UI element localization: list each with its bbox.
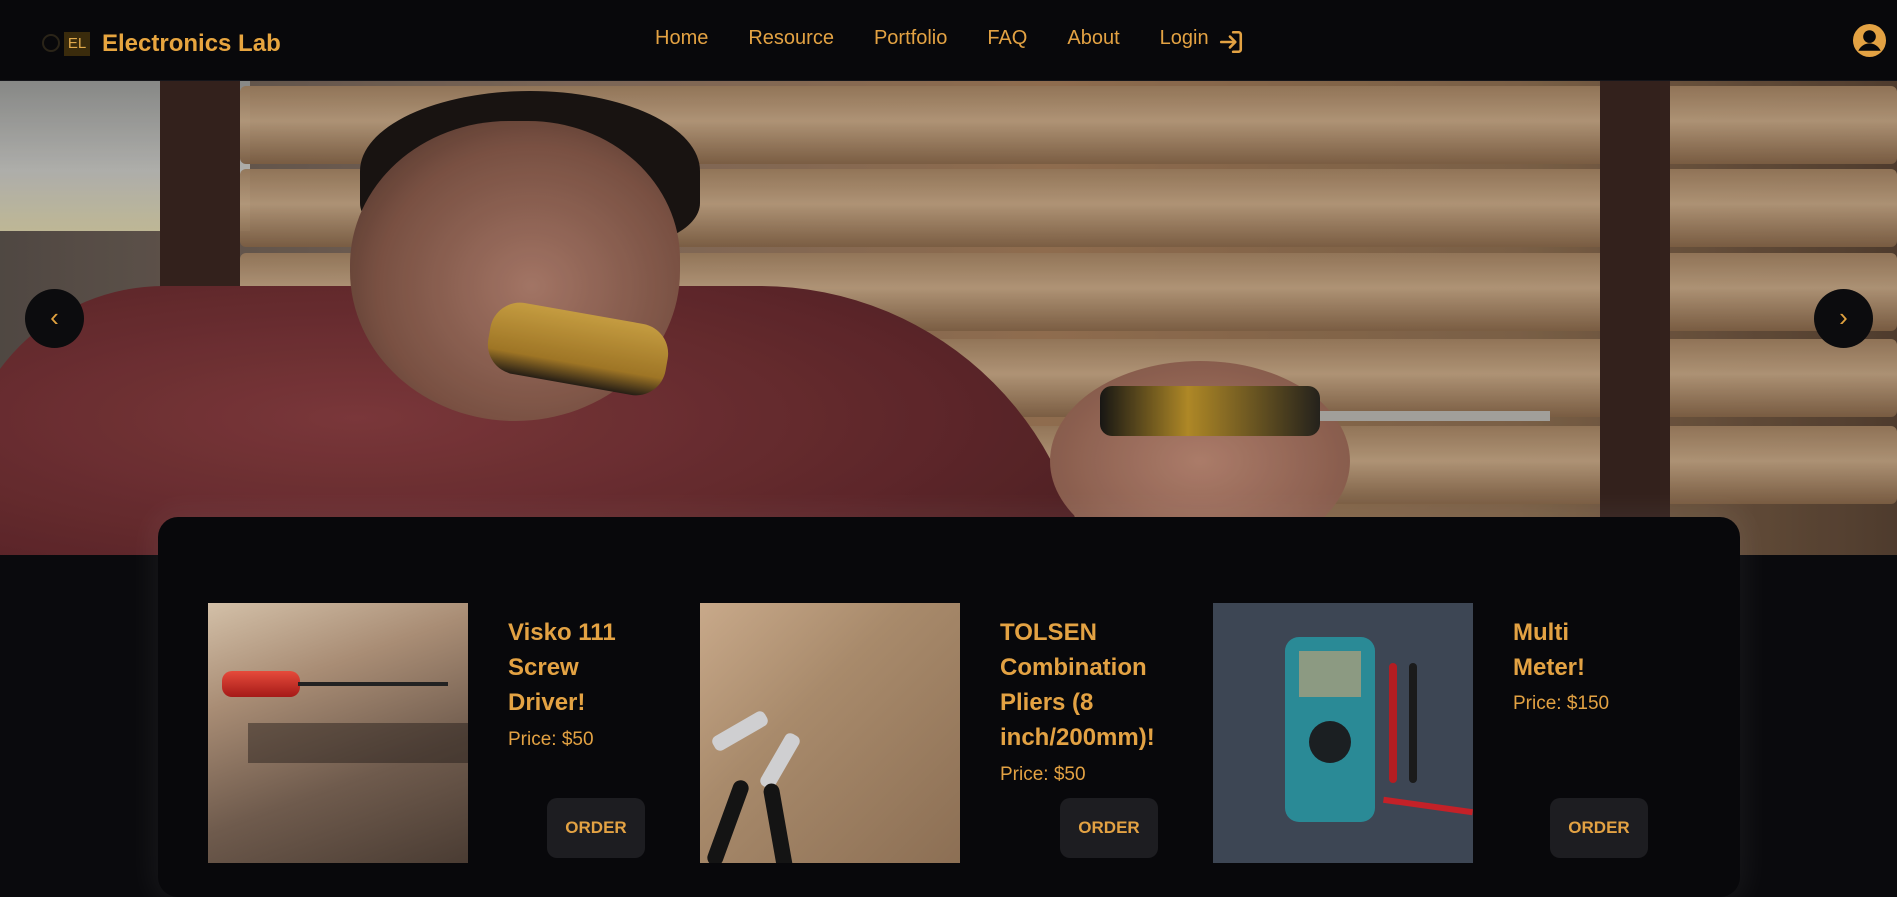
product-title: Visko 111 Screw Driver! <box>508 619 616 716</box>
products-panel: Visko 111 Screw Driver! Price: $50 ORDER… <box>158 517 1740 897</box>
product-price: Price: $50 <box>1000 764 1086 785</box>
product-card: Visko 111 Screw Driver! Price: $50 ORDER <box>208 603 648 873</box>
user-circle-icon[interactable] <box>1852 23 1887 58</box>
brand-logo: EL <box>40 29 94 59</box>
carousel-prev-button[interactable]: ‹ <box>25 289 84 348</box>
nav-link-faq[interactable]: FAQ <box>987 27 1027 50</box>
nav-link-home[interactable]: Home <box>655 27 708 50</box>
order-button[interactable]: ORDER <box>547 798 645 858</box>
carousel-next-button[interactable]: › <box>1814 289 1873 348</box>
nav-link-about[interactable]: About <box>1067 27 1119 50</box>
hero-shade <box>0 81 1897 555</box>
nav-link-portfolio[interactable]: Portfolio <box>874 27 947 50</box>
product-card: TOLSEN Combination Pliers (8 inch/200mm)… <box>700 603 1180 873</box>
brand[interactable]: EL Electronics Lab <box>40 29 281 59</box>
product-title: TOLSEN Combination Pliers (8 inch/200mm)… <box>1000 619 1155 751</box>
navbar: EL Electronics Lab Home Resource Portfol… <box>0 0 1897 81</box>
screwdriver-image <box>208 603 468 863</box>
product-card: Multi Meter! Price: $150 ORDER <box>1213 603 1693 873</box>
brand-name: Electronics Lab <box>102 30 281 57</box>
product-title: Multi Meter! <box>1513 619 1586 681</box>
hero-carousel <box>0 81 1897 555</box>
product-price: Price: $50 <box>508 729 594 750</box>
order-button[interactable]: ORDER <box>1550 798 1648 858</box>
nav-links: Home Resource Portfolio FAQ About Login <box>655 27 1221 50</box>
logo-badge: EL <box>64 32 90 56</box>
nav-link-resource[interactable]: Resource <box>748 27 834 50</box>
multimeter-image <box>1213 603 1473 863</box>
nav-link-login[interactable]: Login <box>1160 27 1209 50</box>
sign-in-icon[interactable] <box>1218 29 1244 55</box>
logo-ring-icon <box>42 34 60 52</box>
order-button[interactable]: ORDER <box>1060 798 1158 858</box>
product-price: Price: $150 <box>1513 693 1610 714</box>
pliers-image <box>700 603 960 863</box>
